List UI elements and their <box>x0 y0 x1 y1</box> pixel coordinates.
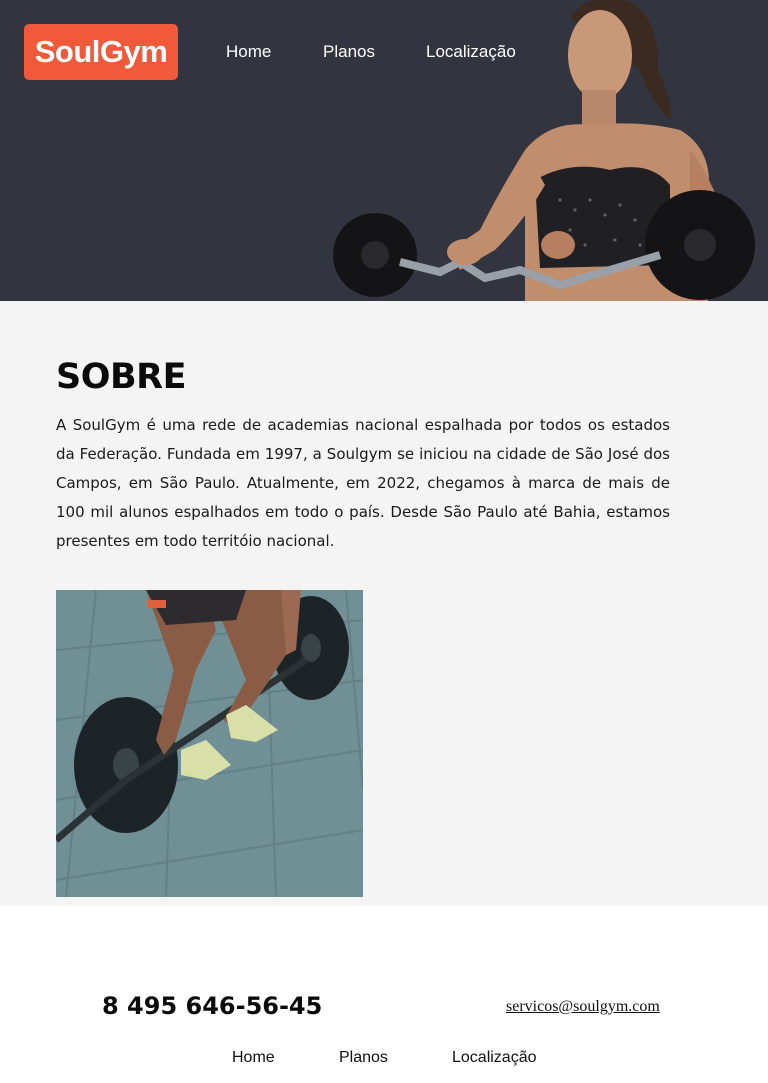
nav-item-localizacao[interactable]: Localização <box>426 42 516 62</box>
nav-item-planos[interactable]: Planos <box>323 42 375 62</box>
deadlift-photo <box>56 590 363 897</box>
about-title: SOBRE <box>56 357 187 397</box>
footer-nav-item-home[interactable]: Home <box>232 1049 275 1067</box>
about-text: A SoulGym é uma rede de academias nacion… <box>56 416 670 550</box>
hero-photo <box>333 0 755 301</box>
footer-nav-item-localizacao[interactable]: Localização <box>452 1049 537 1067</box>
footer-phone: 8 495 646-56-45 <box>102 992 323 1020</box>
about-section: SOBRE A SoulGym é uma rede de academias … <box>0 301 768 906</box>
footer-email-link[interactable]: servicos@soulgym.com <box>506 998 660 1016</box>
site-header: SoulGym Home Planos Localização <box>0 0 768 301</box>
footer-nav-item-planos[interactable]: Planos <box>339 1049 388 1067</box>
site-footer: 8 495 646-56-45 servicos@soulgym.com Hom… <box>0 906 768 1083</box>
nav-item-home[interactable]: Home <box>226 42 271 62</box>
brand-logo[interactable]: SoulGym <box>24 24 178 80</box>
